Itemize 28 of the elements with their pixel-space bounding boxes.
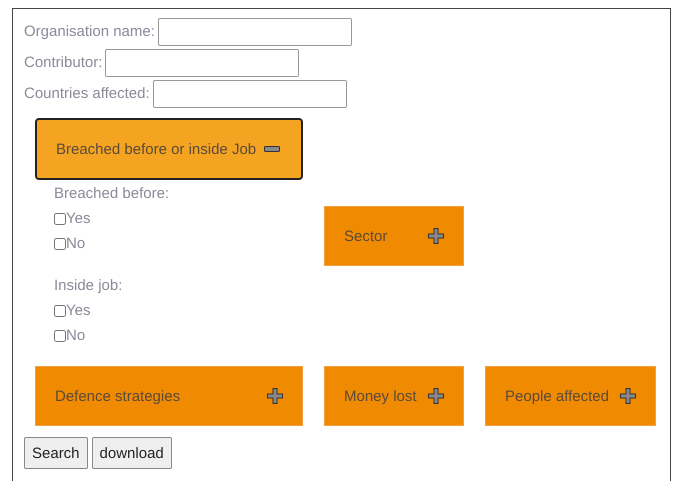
plus-icon xyxy=(428,228,444,244)
checkbox[interactable] xyxy=(54,238,66,250)
input-field[interactable] xyxy=(158,18,352,46)
section-toggle[interactable]: People affected xyxy=(485,366,656,426)
option-label: Yes xyxy=(66,210,90,227)
section-toggle[interactable]: Sector xyxy=(324,206,464,266)
group-label: Inside job: xyxy=(54,276,124,296)
plus-icon xyxy=(428,388,444,404)
section-toggle[interactable]: Breached before or inside Job xyxy=(35,118,303,180)
field-label: Countries affected: xyxy=(24,85,150,102)
field-label: Contributor: xyxy=(24,54,102,71)
checkbox[interactable] xyxy=(54,304,66,316)
option-label: No xyxy=(66,235,86,252)
form-button[interactable]: Search xyxy=(24,437,88,469)
section-toggle[interactable]: Defence strategies xyxy=(35,366,303,426)
input-field[interactable] xyxy=(152,80,347,108)
plus-icon xyxy=(267,388,283,404)
checkbox[interactable] xyxy=(54,330,66,342)
form-button[interactable]: download xyxy=(92,437,172,469)
field-label: Organisation name: xyxy=(24,23,155,40)
option-label: Yes xyxy=(66,302,90,319)
minus-icon xyxy=(264,146,280,152)
plus-icon xyxy=(620,388,636,404)
input-field[interactable] xyxy=(105,48,300,76)
checkbox[interactable] xyxy=(54,212,66,224)
option-label: No xyxy=(66,327,86,344)
group-label: Breached before: xyxy=(54,184,170,204)
section-toggle[interactable]: Money lost xyxy=(324,366,464,426)
